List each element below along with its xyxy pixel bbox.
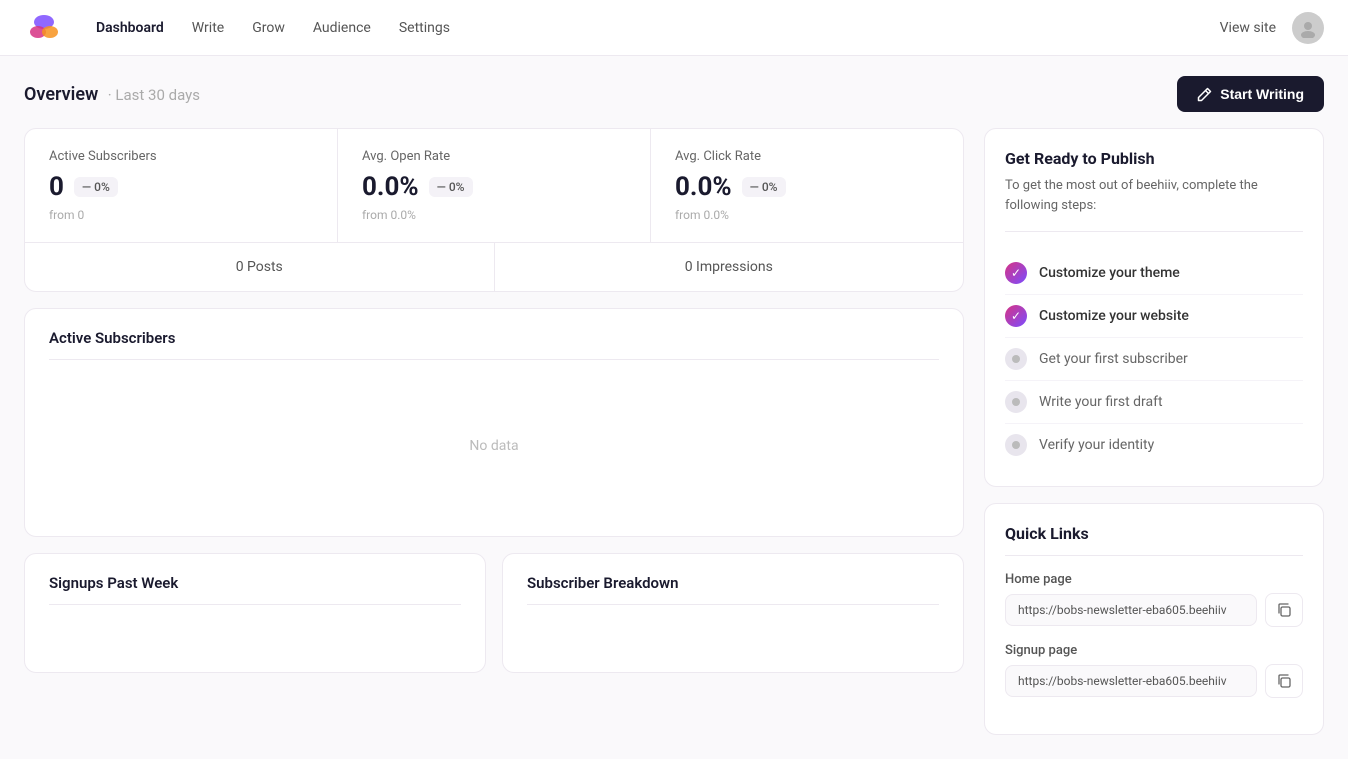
checklist-item-4[interactable]: Verify your identity [1005, 424, 1303, 466]
start-writing-button[interactable]: Start Writing [1177, 76, 1324, 112]
active-subscribers-chart-card: Active Subscribers No data [24, 308, 964, 537]
nav-settings[interactable]: Settings [399, 20, 450, 36]
check-pending-icon-2 [1005, 348, 1027, 370]
stat-value-1: 0.0% [362, 172, 419, 202]
avatar[interactable] [1292, 12, 1324, 44]
breakdown-card: Subscriber Breakdown [502, 553, 964, 673]
navigation: Dashboard Write Grow Audience Settings V… [0, 0, 1348, 56]
nav-links: Dashboard Write Grow Audience Settings [96, 20, 1188, 36]
chart-title: Active Subscribers [49, 329, 939, 360]
stat-badge-0: — 0% [74, 177, 118, 197]
left-column: Active Subscribers 0 — 0% from 0 Avg. Op… [24, 128, 964, 735]
nav-right: View site [1220, 12, 1324, 44]
signups-title: Signups Past Week [49, 574, 461, 605]
checklist-item-2[interactable]: Get your first subscriber [1005, 338, 1303, 381]
stat-click-rate: Avg. Click Rate 0.0% — 0% from 0.0% [651, 129, 963, 242]
home-page-row: https://bobs-newsletter-eba605.beehiiv [1005, 593, 1303, 627]
view-site-link[interactable]: View site [1220, 20, 1276, 36]
page-header: Overview · Last 30 days Start Writing [0, 56, 1348, 128]
check-pending-icon-4 [1005, 434, 1027, 456]
home-page-label: Home page [1005, 572, 1303, 587]
get-ready-title: Get Ready to Publish [1005, 149, 1303, 168]
stat-value-2: 0.0% [675, 172, 732, 202]
get-ready-card: Get Ready to Publish To get the most out… [984, 128, 1324, 487]
main-layout: Active Subscribers 0 — 0% from 0 Avg. Op… [0, 128, 1348, 759]
stats-row: Active Subscribers 0 — 0% from 0 Avg. Op… [25, 129, 963, 242]
stat-badge-2: — 0% [742, 177, 786, 197]
stats-card: Active Subscribers 0 — 0% from 0 Avg. Op… [24, 128, 964, 292]
stat-open-rate: Avg. Open Rate 0.0% — 0% from 0.0% [338, 129, 651, 242]
quick-links-title: Quick Links [1005, 524, 1303, 556]
nav-write[interactable]: Write [192, 20, 224, 36]
copy-signup-page-button[interactable] [1265, 664, 1303, 698]
logo[interactable] [24, 8, 64, 48]
checklist-label-2: Get your first subscriber [1039, 351, 1188, 367]
checklist-label-1: Customize your website [1039, 308, 1189, 324]
checklist-label-3: Write your first draft [1039, 394, 1163, 410]
stat-from-2: from 0.0% [675, 208, 939, 222]
nav-dashboard[interactable]: Dashboard [96, 20, 164, 36]
checklist-label-0: Customize your theme [1039, 265, 1180, 281]
signups-card: Signups Past Week [24, 553, 486, 673]
get-ready-subtitle: To get the most out of beehiiv, complete… [1005, 176, 1303, 232]
metric-impressions[interactable]: 0 Impressions [495, 243, 964, 291]
quick-links-card: Quick Links Home page https://bobs-newsl… [984, 503, 1324, 735]
bottom-cards-row: Signups Past Week Subscriber Breakdown [24, 553, 964, 673]
page-title: Overview · Last 30 days [24, 84, 200, 105]
signup-page-label: Signup page [1005, 643, 1303, 658]
copy-icon [1276, 602, 1292, 618]
stat-active-subscribers: Active Subscribers 0 — 0% from 0 [25, 129, 338, 242]
metrics-row: 0 Posts 0 Impressions [25, 242, 963, 291]
check-pending-icon-3 [1005, 391, 1027, 413]
signup-page-row: https://bobs-newsletter-eba605.beehiiv [1005, 664, 1303, 698]
stat-from-1: from 0.0% [362, 208, 626, 222]
copy-icon-2 [1276, 673, 1292, 689]
copy-home-page-button[interactable] [1265, 593, 1303, 627]
metric-posts[interactable]: 0 Posts [25, 243, 495, 291]
stat-badge-1: — 0% [429, 177, 473, 197]
right-column: Get Ready to Publish To get the most out… [984, 128, 1324, 735]
nav-audience[interactable]: Audience [313, 20, 371, 36]
signup-page-url: https://bobs-newsletter-eba605.beehiiv [1005, 665, 1257, 697]
stat-value-0: 0 [49, 172, 64, 202]
check-done-icon-1: ✓ [1005, 305, 1027, 327]
chart-empty-label: No data [49, 376, 939, 516]
checklist-item-0[interactable]: ✓ Customize your theme [1005, 252, 1303, 295]
nav-grow[interactable]: Grow [252, 20, 285, 36]
checklist-label-4: Verify your identity [1039, 437, 1154, 453]
checklist-item-3[interactable]: Write your first draft [1005, 381, 1303, 424]
stat-from-0: from 0 [49, 208, 313, 222]
home-page-url: https://bobs-newsletter-eba605.beehiiv [1005, 594, 1257, 626]
checklist-item-1[interactable]: ✓ Customize your website [1005, 295, 1303, 338]
check-done-icon-0: ✓ [1005, 262, 1027, 284]
pencil-icon [1197, 87, 1212, 102]
breakdown-title: Subscriber Breakdown [527, 574, 939, 605]
